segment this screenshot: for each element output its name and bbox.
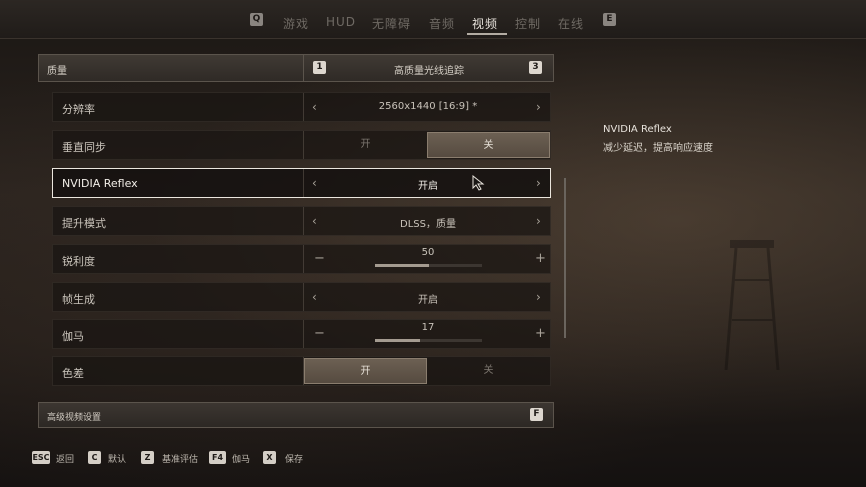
setting-label: 锐利度 xyxy=(62,255,95,268)
tab-online[interactable]: 在线 xyxy=(558,15,584,32)
slider-fill xyxy=(375,339,420,342)
tab-hud[interactable]: HUD xyxy=(326,15,356,29)
top-nav-bar: Q 游戏 HUD 无障碍 音频 视频 控制 在线 E xyxy=(0,0,866,39)
setting-label: 伽马 xyxy=(62,330,84,343)
setting-label: 垂直同步 xyxy=(62,141,106,154)
nav-next-key[interactable]: E xyxy=(603,13,616,26)
advanced-key: F xyxy=(530,408,543,421)
hint-label-benchmark: 基准评估 xyxy=(162,455,199,465)
setting-label: 分辨率 xyxy=(62,103,95,116)
gamma-slider[interactable] xyxy=(375,339,482,342)
mouse-cursor-icon xyxy=(472,175,485,191)
chromatic-on-option[interactable]: 开 xyxy=(304,358,427,384)
chevron-right-icon[interactable]: › xyxy=(536,290,541,304)
sharpness-slider[interactable] xyxy=(375,264,482,267)
setting-row-gamma[interactable]: 伽马 − 17 + xyxy=(52,319,551,349)
setting-label: 帧生成 xyxy=(62,293,95,306)
tab-audio[interactable]: 音频 xyxy=(429,15,455,32)
quality-preset-value: 高质量光线追踪 xyxy=(394,66,464,77)
chromatic-off-option[interactable]: 关 xyxy=(427,358,550,384)
setting-value: DLSS，质量 xyxy=(400,219,456,230)
background-tower-icon xyxy=(724,240,780,370)
tab-controls[interactable]: 控制 xyxy=(515,15,541,32)
hint-key-f4[interactable]: F4 xyxy=(209,451,226,464)
info-title: NVIDIA Reflex xyxy=(603,124,672,135)
tab-accessibility[interactable]: 无障碍 xyxy=(372,15,411,32)
quality-preset-row[interactable]: 质量 1 高质量光线追踪 3 xyxy=(38,54,554,82)
setting-label: 色差 xyxy=(62,367,84,380)
advanced-video-settings-button[interactable]: 高级视频设置 F xyxy=(38,402,554,428)
setting-row-vsync: 垂直同步 开 关 xyxy=(52,130,551,160)
setting-row-upscale-mode[interactable]: 提升模式 ‹ DLSS，质量 › xyxy=(52,206,551,236)
hint-label-save: 保存 xyxy=(285,455,304,465)
setting-row-sharpness[interactable]: 锐利度 − 50 + xyxy=(52,244,551,274)
hint-key-esc[interactable]: ESC xyxy=(32,451,50,464)
slider-value: 50 xyxy=(421,247,435,258)
plus-icon[interactable]: + xyxy=(535,326,546,341)
setting-row-chromatic-aberration: 色差 开 关 xyxy=(52,356,551,386)
advanced-label: 高级视频设置 xyxy=(47,413,102,423)
chevron-right-icon[interactable]: › xyxy=(536,176,541,190)
tab-game[interactable]: 游戏 xyxy=(283,15,309,32)
chevron-right-icon[interactable]: › xyxy=(536,214,541,228)
active-tab-indicator xyxy=(467,33,507,35)
preset-next-key[interactable]: 3 xyxy=(529,61,542,74)
setting-label: NVIDIA Reflex xyxy=(62,177,138,190)
slider-fill xyxy=(375,264,429,267)
setting-value: 2560x1440 [16:9] * xyxy=(378,101,478,112)
tab-video[interactable]: 视频 xyxy=(472,15,498,32)
hint-label-back: 返回 xyxy=(56,455,75,465)
vsync-off-option[interactable]: 关 xyxy=(427,132,550,158)
hint-key-x[interactable]: X xyxy=(263,451,276,464)
setting-row-frame-generation[interactable]: 帧生成 ‹ 开启 › xyxy=(52,282,551,312)
setting-value: 开启 xyxy=(418,181,438,192)
slider-value: 17 xyxy=(421,322,435,333)
scrollbar[interactable] xyxy=(564,178,566,338)
vsync-on-option[interactable]: 开 xyxy=(304,132,427,158)
hint-label-default: 默认 xyxy=(108,455,127,465)
hint-label-gamma: 伽马 xyxy=(232,455,251,465)
hint-key-c[interactable]: C xyxy=(88,451,101,464)
setting-label: 提升模式 xyxy=(62,217,106,230)
hint-key-z[interactable]: Z xyxy=(141,451,154,464)
quality-group-title: 质量 xyxy=(47,66,67,77)
nav-prev-key[interactable]: Q xyxy=(250,13,263,26)
chevron-right-icon[interactable]: › xyxy=(536,100,541,114)
info-description: 减少延迟，提高响应速度 xyxy=(603,143,713,154)
plus-icon[interactable]: + xyxy=(535,251,546,266)
setting-value: 开启 xyxy=(418,295,438,306)
setting-row-resolution[interactable]: 分辨率 ‹ 2560x1440 [16:9] * › xyxy=(52,92,551,122)
